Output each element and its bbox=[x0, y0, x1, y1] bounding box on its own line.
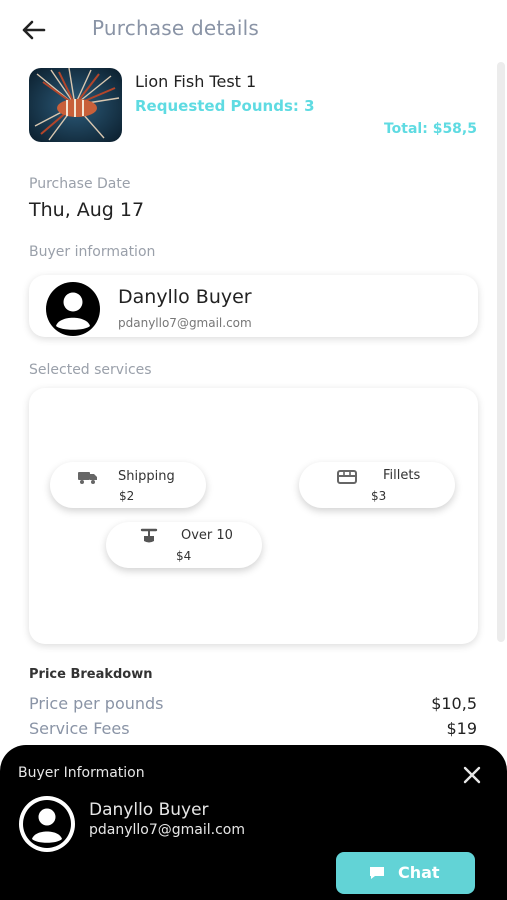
back-arrow-icon[interactable] bbox=[18, 14, 50, 46]
service-price: $4 bbox=[176, 549, 192, 563]
storefront-icon bbox=[337, 470, 357, 484]
breakdown-value: $19 bbox=[446, 719, 477, 738]
service-chip-over-10[interactable]: Over 10 $4 bbox=[106, 522, 262, 568]
services-card: Shipping $2 Fillets $3 Over 10 $4 bbox=[29, 388, 478, 644]
chat-button-label: Chat bbox=[398, 863, 440, 882]
service-price: $2 bbox=[119, 489, 135, 503]
sheet-buyer-email: pdanyllo7@gmail.com bbox=[89, 822, 245, 838]
breakdown-label: Price per pounds bbox=[29, 694, 164, 713]
price-breakdown-title: Price Breakdown bbox=[29, 667, 153, 682]
breakdown-value: $10,5 bbox=[431, 694, 477, 713]
buyer-information-label: Buyer information bbox=[29, 244, 156, 260]
chat-button[interactable]: Chat bbox=[336, 852, 475, 894]
purchase-date-value: Thu, Aug 17 bbox=[29, 199, 145, 221]
buyer-name: Danyllo Buyer bbox=[118, 286, 252, 308]
close-icon[interactable] bbox=[460, 763, 484, 787]
service-name: Over 10 bbox=[181, 528, 233, 543]
service-name: Shipping bbox=[118, 469, 175, 484]
service-chip-shipping[interactable]: Shipping $2 bbox=[50, 462, 206, 508]
service-price: $3 bbox=[371, 489, 387, 503]
service-chip-fillets[interactable]: Fillets $3 bbox=[299, 462, 455, 508]
requested-pounds: Requested Pounds: 3 bbox=[135, 97, 315, 115]
sheet-title: Buyer Information bbox=[18, 765, 145, 781]
scale-icon bbox=[140, 528, 158, 543]
product-image bbox=[29, 68, 122, 142]
sheet-buyer-name: Danyllo Buyer bbox=[89, 800, 209, 820]
scrollbar[interactable] bbox=[497, 62, 505, 642]
page-title: Purchase details bbox=[92, 16, 260, 40]
avatar-icon bbox=[19, 796, 75, 852]
product-name: Lion Fish Test 1 bbox=[135, 72, 257, 91]
total-price: Total: $58,5 bbox=[383, 121, 477, 137]
selected-services-label: Selected services bbox=[29, 362, 152, 378]
avatar-icon bbox=[46, 282, 100, 336]
buyer-email: pdanyllo7@gmail.com bbox=[118, 316, 252, 330]
purchase-date-label: Purchase Date bbox=[29, 176, 131, 192]
breakdown-label: Service Fees bbox=[29, 719, 130, 738]
service-name: Fillets bbox=[383, 468, 421, 483]
chat-bubble-icon bbox=[370, 867, 384, 879]
truck-icon bbox=[78, 472, 97, 484]
